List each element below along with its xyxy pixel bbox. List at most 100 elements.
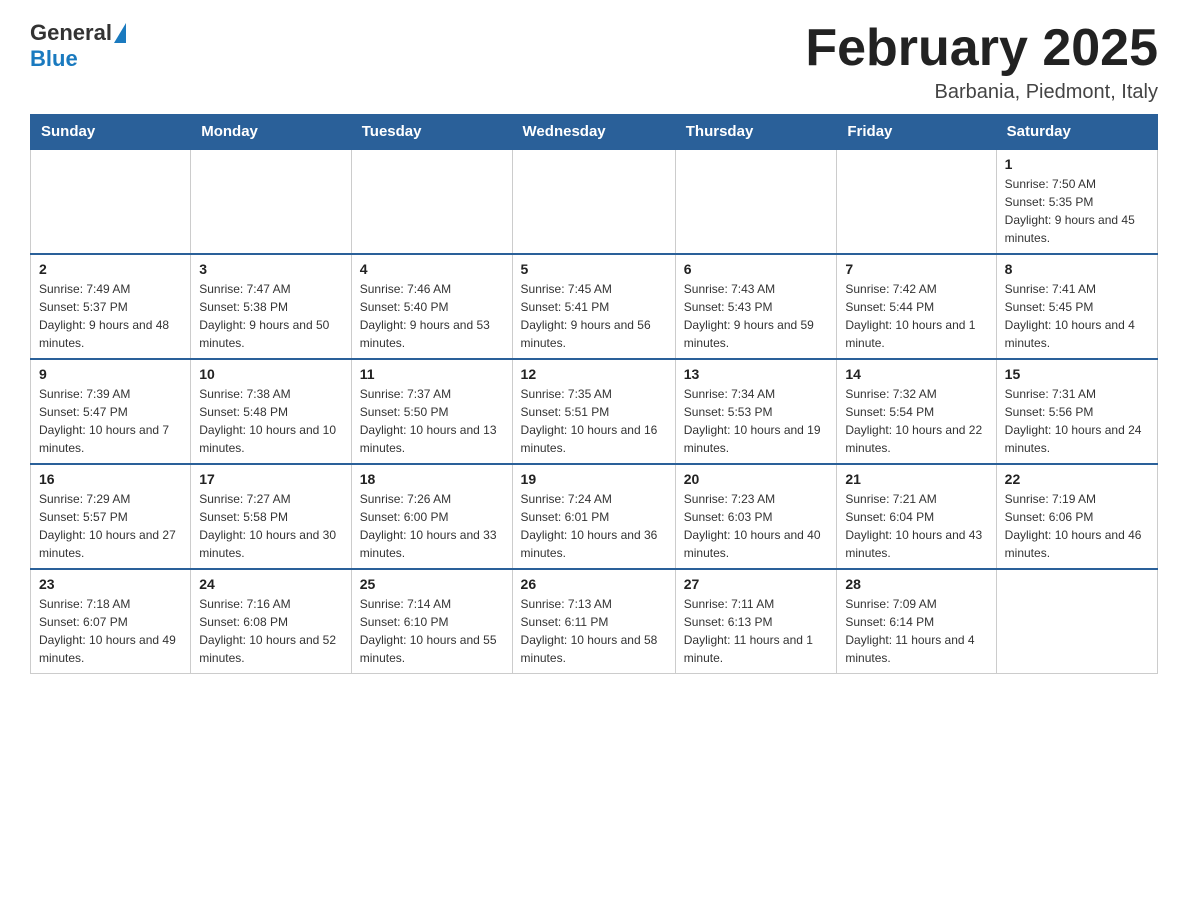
day-info: Sunrise: 7:35 AM Sunset: 5:51 PM Dayligh… xyxy=(521,385,667,457)
day-info: Sunrise: 7:27 AM Sunset: 5:58 PM Dayligh… xyxy=(199,490,343,562)
day-number: 10 xyxy=(199,366,343,382)
calendar-cell xyxy=(675,149,837,254)
day-info: Sunrise: 7:32 AM Sunset: 5:54 PM Dayligh… xyxy=(845,385,987,457)
day-info: Sunrise: 7:38 AM Sunset: 5:48 PM Dayligh… xyxy=(199,385,343,457)
day-number: 28 xyxy=(845,576,987,592)
calendar-cell: 1Sunrise: 7:50 AM Sunset: 5:35 PM Daylig… xyxy=(996,149,1157,254)
day-number: 18 xyxy=(360,471,504,487)
day-number: 16 xyxy=(39,471,182,487)
calendar-cell xyxy=(837,149,996,254)
day-info: Sunrise: 7:43 AM Sunset: 5:43 PM Dayligh… xyxy=(684,280,829,352)
day-number: 15 xyxy=(1005,366,1149,382)
calendar-cell: 21 Sunrise: 7:21 AM Sunset: 6:04 PM Dayli… xyxy=(837,464,996,569)
calendar-cell: 24 Sunrise: 7:16 AM Sunset: 6:08 PM Dayli… xyxy=(191,569,352,674)
day-header-tuesday: Tuesday xyxy=(351,115,512,150)
day-number: 27 xyxy=(684,576,829,592)
calendar-header-row: SundayMondayTuesdayWednesdayThursdayFrid… xyxy=(31,115,1158,150)
calendar-cell: 28 Sunrise: 7:09 AM Sunset: 6:14 PM Dayli… xyxy=(837,569,996,674)
day-number: 11 xyxy=(360,366,504,382)
day-number: 2 xyxy=(39,261,182,277)
calendar-cell xyxy=(351,149,512,254)
day-number: 17 xyxy=(199,471,343,487)
month-title: February 2025 xyxy=(805,20,1158,77)
day-info: Sunrise: 7:47 AM Sunset: 5:38 PM Dayligh… xyxy=(199,280,343,352)
day-header-friday: Friday xyxy=(837,115,996,150)
week-row-3: 9Sunrise: 7:39 AM Sunset: 5:47 PM Daylig… xyxy=(31,359,1158,464)
calendar-cell: 2 Sunrise: 7:49 AM Sunset: 5:37 PM Daylig… xyxy=(31,254,191,359)
day-info: Sunrise: 7:23 AM Sunset: 6:03 PM Dayligh… xyxy=(684,490,829,562)
calendar-cell: 18 Sunrise: 7:26 AM Sunset: 6:00 PM Dayli… xyxy=(351,464,512,569)
calendar-cell: 8 Sunrise: 7:41 AM Sunset: 5:45 PM Daylig… xyxy=(996,254,1157,359)
calendar-cell: 7 Sunrise: 7:42 AM Sunset: 5:44 PM Daylig… xyxy=(837,254,996,359)
day-number: 23 xyxy=(39,576,182,592)
location-subtitle: Barbania, Piedmont, Italy xyxy=(805,81,1158,104)
calendar-cell: 10 Sunrise: 7:38 AM Sunset: 5:48 PM Dayli… xyxy=(191,359,352,464)
calendar-cell: 23 Sunrise: 7:18 AM Sunset: 6:07 PM Dayli… xyxy=(31,569,191,674)
day-number: 9 xyxy=(39,366,182,382)
day-info: Sunrise: 7:31 AM Sunset: 5:56 PM Dayligh… xyxy=(1005,385,1149,457)
day-info: Sunrise: 7:19 AM Sunset: 6:06 PM Dayligh… xyxy=(1005,490,1149,562)
day-number: 24 xyxy=(199,576,343,592)
day-number: 12 xyxy=(521,366,667,382)
day-number: 20 xyxy=(684,471,829,487)
day-info: Sunrise: 7:21 AM Sunset: 6:04 PM Dayligh… xyxy=(845,490,987,562)
day-number: 3 xyxy=(199,261,343,277)
calendar-cell: 26 Sunrise: 7:13 AM Sunset: 6:11 PM Dayli… xyxy=(512,569,675,674)
day-info: Sunrise: 7:18 AM Sunset: 6:07 PM Dayligh… xyxy=(39,595,182,667)
logo-general-text: General xyxy=(30,20,112,46)
logo-blue-text: Blue xyxy=(30,46,78,71)
day-number: 6 xyxy=(684,261,829,277)
calendar-cell xyxy=(31,149,191,254)
day-info: Sunrise: 7:11 AM Sunset: 6:13 PM Dayligh… xyxy=(684,595,829,667)
day-header-sunday: Sunday xyxy=(31,115,191,150)
week-row-2: 2 Sunrise: 7:49 AM Sunset: 5:37 PM Daylig… xyxy=(31,254,1158,359)
day-number: 4 xyxy=(360,261,504,277)
week-row-1: 1Sunrise: 7:50 AM Sunset: 5:35 PM Daylig… xyxy=(31,149,1158,254)
day-info: Sunrise: 7:37 AM Sunset: 5:50 PM Dayligh… xyxy=(360,385,504,457)
calendar-cell: 12 Sunrise: 7:35 AM Sunset: 5:51 PM Dayli… xyxy=(512,359,675,464)
day-number: 8 xyxy=(1005,261,1149,277)
day-header-wednesday: Wednesday xyxy=(512,115,675,150)
calendar-cell: 16 Sunrise: 7:29 AM Sunset: 5:57 PM Dayli… xyxy=(31,464,191,569)
calendar-cell xyxy=(512,149,675,254)
day-number: 26 xyxy=(521,576,667,592)
day-info: Sunrise: 7:09 AM Sunset: 6:14 PM Dayligh… xyxy=(845,595,987,667)
week-row-4: 16 Sunrise: 7:29 AM Sunset: 5:57 PM Dayli… xyxy=(31,464,1158,569)
day-number: 5 xyxy=(521,261,667,277)
day-info: Sunrise: 7:29 AM Sunset: 5:57 PM Dayligh… xyxy=(39,490,182,562)
page-header: General Blue February 2025 Barbania, Pie… xyxy=(30,20,1158,104)
day-info: Sunrise: 7:16 AM Sunset: 6:08 PM Dayligh… xyxy=(199,595,343,667)
day-info: Sunrise: 7:50 AM Sunset: 5:35 PM Dayligh… xyxy=(1005,175,1149,247)
calendar-cell: 15 Sunrise: 7:31 AM Sunset: 5:56 PM Dayli… xyxy=(996,359,1157,464)
day-info: Sunrise: 7:24 AM Sunset: 6:01 PM Dayligh… xyxy=(521,490,667,562)
day-info: Sunrise: 7:41 AM Sunset: 5:45 PM Dayligh… xyxy=(1005,280,1149,352)
calendar-cell: 4 Sunrise: 7:46 AM Sunset: 5:40 PM Daylig… xyxy=(351,254,512,359)
day-header-saturday: Saturday xyxy=(996,115,1157,150)
day-header-thursday: Thursday xyxy=(675,115,837,150)
calendar-cell: 14 Sunrise: 7:32 AM Sunset: 5:54 PM Dayli… xyxy=(837,359,996,464)
logo: General Blue xyxy=(30,20,128,72)
day-info: Sunrise: 7:45 AM Sunset: 5:41 PM Dayligh… xyxy=(521,280,667,352)
calendar-cell: 27 Sunrise: 7:11 AM Sunset: 6:13 PM Dayli… xyxy=(675,569,837,674)
day-number: 13 xyxy=(684,366,829,382)
calendar-cell: 17 Sunrise: 7:27 AM Sunset: 5:58 PM Dayli… xyxy=(191,464,352,569)
title-block: February 2025 Barbania, Piedmont, Italy xyxy=(805,20,1158,104)
calendar-cell: 19 Sunrise: 7:24 AM Sunset: 6:01 PM Dayli… xyxy=(512,464,675,569)
calendar-cell xyxy=(996,569,1157,674)
day-info: Sunrise: 7:46 AM Sunset: 5:40 PM Dayligh… xyxy=(360,280,504,352)
week-row-5: 23 Sunrise: 7:18 AM Sunset: 6:07 PM Dayli… xyxy=(31,569,1158,674)
day-info: Sunrise: 7:49 AM Sunset: 5:37 PM Dayligh… xyxy=(39,280,182,352)
day-info: Sunrise: 7:34 AM Sunset: 5:53 PM Dayligh… xyxy=(684,385,829,457)
day-number: 14 xyxy=(845,366,987,382)
day-info: Sunrise: 7:42 AM Sunset: 5:44 PM Dayligh… xyxy=(845,280,987,352)
day-info: Sunrise: 7:13 AM Sunset: 6:11 PM Dayligh… xyxy=(521,595,667,667)
day-number: 21 xyxy=(845,471,987,487)
day-info: Sunrise: 7:26 AM Sunset: 6:00 PM Dayligh… xyxy=(360,490,504,562)
calendar-cell: 6 Sunrise: 7:43 AM Sunset: 5:43 PM Daylig… xyxy=(675,254,837,359)
day-number: 19 xyxy=(521,471,667,487)
calendar-cell: 5 Sunrise: 7:45 AM Sunset: 5:41 PM Daylig… xyxy=(512,254,675,359)
calendar-table: SundayMondayTuesdayWednesdayThursdayFrid… xyxy=(30,114,1158,674)
calendar-cell: 3 Sunrise: 7:47 AM Sunset: 5:38 PM Daylig… xyxy=(191,254,352,359)
day-number: 7 xyxy=(845,261,987,277)
day-header-monday: Monday xyxy=(191,115,352,150)
